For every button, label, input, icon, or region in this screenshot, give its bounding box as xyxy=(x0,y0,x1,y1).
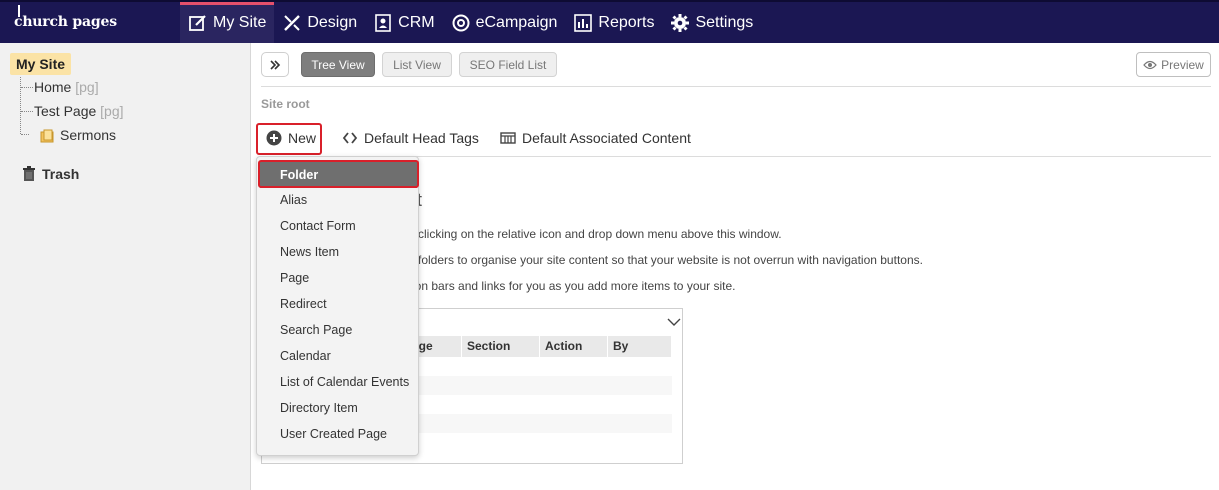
tab-seo-field-list[interactable]: SEO Field List xyxy=(459,52,557,77)
tree-item-label: Home xyxy=(34,79,72,95)
menu-item-list-of-calendar-events[interactable]: List of Calendar Events xyxy=(257,369,418,395)
crm-icon xyxy=(375,13,391,32)
at-icon xyxy=(452,14,470,31)
intro-text-line: ation bars and links for you as you add … xyxy=(402,279,736,293)
menu-item-search-page[interactable]: Search Page xyxy=(257,317,418,343)
default-head-tags-button[interactable]: Default Head Tags xyxy=(342,126,479,150)
menu-item-page[interactable]: Page xyxy=(257,265,418,291)
tree-connector xyxy=(21,111,33,112)
nav-label: Settings xyxy=(695,13,754,31)
new-item-dropdown-menu: Folder Alias Contact Form News Item Page… xyxy=(256,156,419,456)
folder-item-highlight xyxy=(258,160,419,188)
nav-item-crm[interactable]: CRM xyxy=(365,2,442,43)
trash-icon xyxy=(23,166,35,181)
preview-label: Preview xyxy=(1161,57,1204,72)
nav-item-settings[interactable]: Settings xyxy=(662,2,761,43)
trash-label: Trash xyxy=(42,166,80,182)
default-associated-content-button[interactable]: Default Associated Content xyxy=(500,126,691,150)
top-navigation-bar: church pages My Site Design CRM eCampaig… xyxy=(0,0,1219,43)
folder-icon xyxy=(40,129,54,143)
site-tree-sidebar: My Site Home [pg] Test Page [pg] Sermons… xyxy=(0,43,251,490)
head-tags-label: Default Head Tags xyxy=(364,130,479,146)
nav-label: Design xyxy=(307,13,358,31)
menu-item-contact-form[interactable]: Contact Form xyxy=(257,213,418,239)
gear-icon xyxy=(671,13,690,32)
columns-icon xyxy=(500,132,516,144)
code-brackets-icon xyxy=(342,132,358,144)
column-header-by: By xyxy=(608,336,672,357)
menu-item-redirect[interactable]: Redirect xyxy=(257,291,418,317)
nav-label: My Site xyxy=(213,13,267,31)
tree-item-home[interactable]: Home [pg] xyxy=(34,79,99,95)
menu-item-user-created-page[interactable]: User Created Page xyxy=(257,421,418,447)
double-chevron-right-icon xyxy=(270,59,281,70)
main-nav: My Site Design CRM eCampaign Reports Set… xyxy=(180,2,761,43)
eye-icon xyxy=(1143,60,1157,69)
page-tag: [pg] xyxy=(75,79,99,95)
reports-icon xyxy=(574,13,593,32)
menu-item-news-item[interactable]: News Item xyxy=(257,239,418,265)
tree-root-my-site[interactable]: My Site xyxy=(10,53,72,75)
tree-item-sermons[interactable]: Sermons xyxy=(60,127,116,143)
menu-item-directory-item[interactable]: Directory Item xyxy=(257,395,418,421)
tree-connector xyxy=(21,134,29,135)
chevron-down-icon[interactable] xyxy=(667,317,681,327)
new-button-highlight xyxy=(256,123,322,155)
church-pages-logo[interactable]: church pages xyxy=(14,14,117,30)
edit-icon xyxy=(189,14,206,31)
associated-label: Default Associated Content xyxy=(522,130,691,146)
expand-sidebar-button[interactable] xyxy=(261,52,289,77)
menu-item-alias[interactable]: Alias xyxy=(257,187,418,213)
column-header-action: Action xyxy=(540,336,608,357)
nav-label: Reports xyxy=(598,13,655,31)
nav-label: CRM xyxy=(398,13,435,31)
tree-item-test-page[interactable]: Test Page [pg] xyxy=(34,103,124,119)
nav-label: eCampaign xyxy=(475,13,558,31)
tab-list-view[interactable]: List View xyxy=(382,52,452,77)
intro-text-line: se folders to organise your site content… xyxy=(402,253,923,267)
design-icon xyxy=(284,14,301,31)
column-header-section: Section xyxy=(462,336,540,357)
tree-item-label: Test Page xyxy=(34,103,97,119)
intro-text-line: by clicking on the relative icon and dro… xyxy=(402,227,782,241)
breadcrumb: Site root xyxy=(261,97,310,111)
divider xyxy=(261,86,1211,87)
tree-connector xyxy=(21,87,33,88)
tab-tree-view[interactable]: Tree View xyxy=(301,52,375,77)
trash-item[interactable]: Trash xyxy=(22,166,79,182)
page-tag: [pg] xyxy=(100,103,124,119)
tree-connector xyxy=(20,77,21,134)
nav-item-reports[interactable]: Reports xyxy=(565,2,662,43)
menu-item-calendar[interactable]: Calendar xyxy=(257,343,418,369)
preview-button[interactable]: Preview xyxy=(1136,52,1211,77)
nav-item-design[interactable]: Design xyxy=(274,2,365,43)
tree-item-label: Sermons xyxy=(60,127,117,143)
nav-item-ecampaign[interactable]: eCampaign xyxy=(443,2,566,43)
nav-item-my-site[interactable]: My Site xyxy=(180,2,275,43)
